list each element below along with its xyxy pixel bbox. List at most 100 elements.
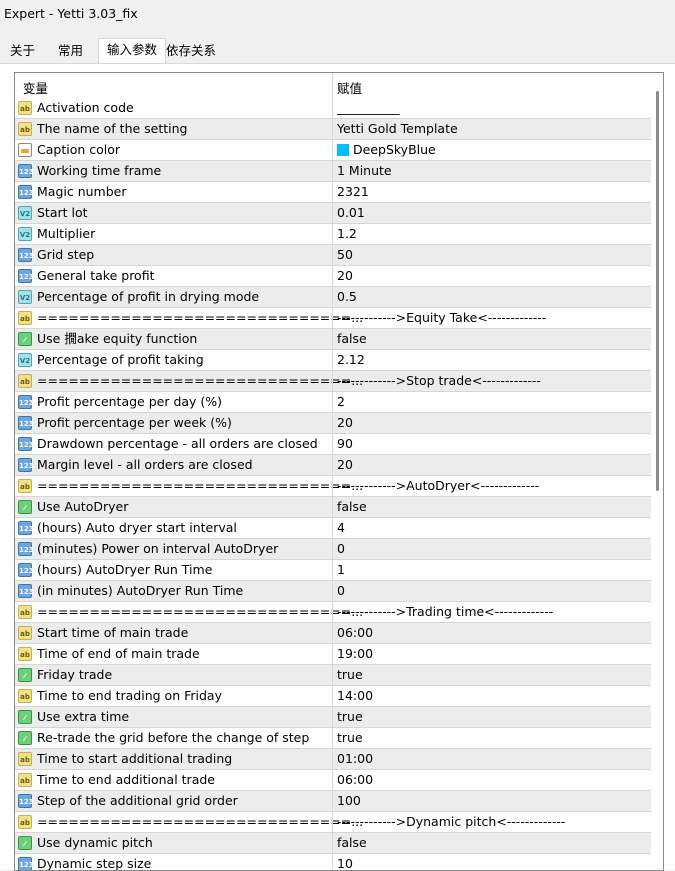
table-row[interactable]: 123 (minutes) Power on interval AutoDryer… [15,539,651,560]
table-row[interactable]: ⁄ Use extra time true [15,707,651,728]
table-row[interactable]: ab Activation code __________ [15,98,651,119]
param-value[interactable]: ------------->Dynamic pitch<------------… [337,812,565,832]
table-row[interactable]: ab Time of end of main trade 19:00 [15,644,651,665]
table-row[interactable]: ⁄ Friday trade true [15,665,651,686]
table-row[interactable]: 123 Magic number 2321 [15,182,651,203]
table-row[interactable]: 123 General take profit 20 [15,266,651,287]
param-value-text: __________ [337,100,400,115]
param-value[interactable]: 0.01 [337,203,365,223]
table-row[interactable]: ab The name of the setting Yetti Gold Temp… [15,119,651,140]
param-value[interactable]: ------------->Stop trade<------------- [337,371,541,391]
header-value[interactable]: 赋值 [337,78,362,97]
param-value[interactable]: ------------->Trading time<------------- [337,602,553,622]
param-value[interactable]: 0.5 [337,287,357,307]
param-name: Magic number [37,184,127,199]
param-value[interactable]: __________ [337,98,400,118]
param-value[interactable]: 4 [337,518,345,538]
table-row[interactable]: ab ==============================... -----… [15,812,651,833]
table-row[interactable]: 123 Dynamic step size 10 [15,854,651,870]
param-value[interactable]: 0 [337,539,345,559]
param-value[interactable]: 50 [337,245,353,265]
param-value[interactable]: 1 [337,560,345,580]
param-name: Profit percentage per week (%) [37,415,232,430]
column-divider[interactable] [332,73,333,870]
param-value[interactable]: true [337,665,363,685]
param-value[interactable]: true [337,707,363,727]
param-value[interactable]: 2 [337,392,345,412]
table-row[interactable]: ⁄ Use dynamic pitch false [15,833,651,854]
param-value[interactable]: false [337,497,367,517]
param-value[interactable]: 06:00 [337,623,373,643]
param-value-text: 0.5 [337,289,357,304]
param-name: The name of the setting [37,121,188,136]
integer-icon: 123 [18,395,34,409]
param-value[interactable]: DeepSkyBlue [337,140,436,160]
table-row[interactable]: 123 Drawdown percentage - all orders are … [15,434,651,455]
tab-about[interactable]: 关于 [2,40,43,62]
table-row[interactable]: ab ==============================... -----… [15,602,651,623]
boolean-icon: ⁄ [18,500,32,514]
table-row[interactable]: 123 Margin level - all orders are closed 2… [15,455,651,476]
param-value[interactable]: 20 [337,455,353,475]
tab-inputs[interactable]: 输入参数 [98,38,167,65]
param-value[interactable]: false [337,833,367,853]
param-value[interactable]: 14:00 [337,686,373,706]
table-row[interactable]: V2 Percentage of profit taking 2.12 [15,350,651,371]
param-value[interactable]: 1 Minute [337,161,392,181]
tab-dependencies[interactable]: 依存关系 [158,40,224,62]
table-row[interactable]: 123 (hours) Auto dryer start interval 4 [15,518,651,539]
param-value[interactable]: 100 [337,791,361,811]
table-row[interactable]: 123 Profit percentage per week (%) 20 [15,413,651,434]
table-row[interactable]: ab Time to end trading on Friday 14:00 [15,686,651,707]
param-value[interactable]: 1.2 [337,224,357,244]
param-value-text: 2 [337,394,345,409]
table-row[interactable]: 123 (hours) AutoDryer Run Time 1 [15,560,651,581]
param-value[interactable]: 2.12 [337,350,365,370]
param-value[interactable]: 2321 [337,182,369,202]
param-value[interactable]: Yetti Gold Template [337,119,458,139]
param-name: Multiplier [37,226,96,241]
integer-icon: 123 [18,416,34,430]
table-row[interactable]: ⁄ Re-trade the grid before the change of … [15,728,651,749]
tab-common[interactable]: 常用 [50,40,91,62]
table-row[interactable]: ⁄ Use 撊ake equity function false [15,329,651,350]
param-value[interactable]: ------------->AutoDryer<------------- [337,476,539,496]
table-row[interactable]: 123 Working time frame 1 Minute [15,161,651,182]
table-row[interactable]: V2 Multiplier 1.2 [15,224,651,245]
table-row[interactable]: ab ==============================... -----… [15,476,651,497]
table-row[interactable]: Caption color DeepSkyBlue [15,140,651,161]
param-name: Use AutoDryer [37,499,129,514]
table-row[interactable]: ab Start time of main trade 06:00 [15,623,651,644]
table-row[interactable]: ab Time to start additional trading 01:00 [15,749,651,770]
string-icon: ab [18,647,32,661]
boolean-icon: ⁄ [18,836,32,850]
param-value[interactable]: 19:00 [337,644,373,664]
header-variable[interactable]: 变量 [23,78,48,97]
param-value[interactable]: true [337,728,363,748]
param-name: Time of end of main trade [37,646,200,661]
table-row[interactable]: ab Time to end additional trade 06:00 [15,770,651,791]
param-value[interactable]: 0 [337,581,345,601]
param-name: ==============================... [37,478,364,493]
param-value[interactable]: ------------->Equity Take<------------- [337,308,546,328]
param-value[interactable]: 01:00 [337,749,373,769]
table-row[interactable]: 123 Grid step 50 [15,245,651,266]
param-value-text: 4 [337,520,345,535]
vertical-scrollbar[interactable] [656,91,659,491]
table-row[interactable]: 123 Profit percentage per day (%) 2 [15,392,651,413]
table-row[interactable]: 123 Step of the additional grid order 100 [15,791,651,812]
table-row[interactable]: V2 Start lot 0.01 [15,203,651,224]
param-value[interactable]: 20 [337,266,353,286]
param-value-text: ------------->Dynamic pitch<------------… [337,814,566,829]
table-row[interactable]: ab ==============================... -----… [15,308,651,329]
param-value[interactable]: 20 [337,413,353,433]
param-value[interactable]: 10 [337,854,353,870]
table-row[interactable]: ab ==============================... -----… [15,371,651,392]
string-icon: ab [18,311,32,325]
param-value[interactable]: 06:00 [337,770,373,790]
table-row[interactable]: 123 (in minutes) AutoDryer Run Time 0 [15,581,651,602]
param-value[interactable]: false [337,329,367,349]
table-row[interactable]: ⁄ Use AutoDryer false [15,497,651,518]
param-value[interactable]: 90 [337,434,353,454]
table-row[interactable]: V2 Percentage of profit in drying mode 0.5 [15,287,651,308]
